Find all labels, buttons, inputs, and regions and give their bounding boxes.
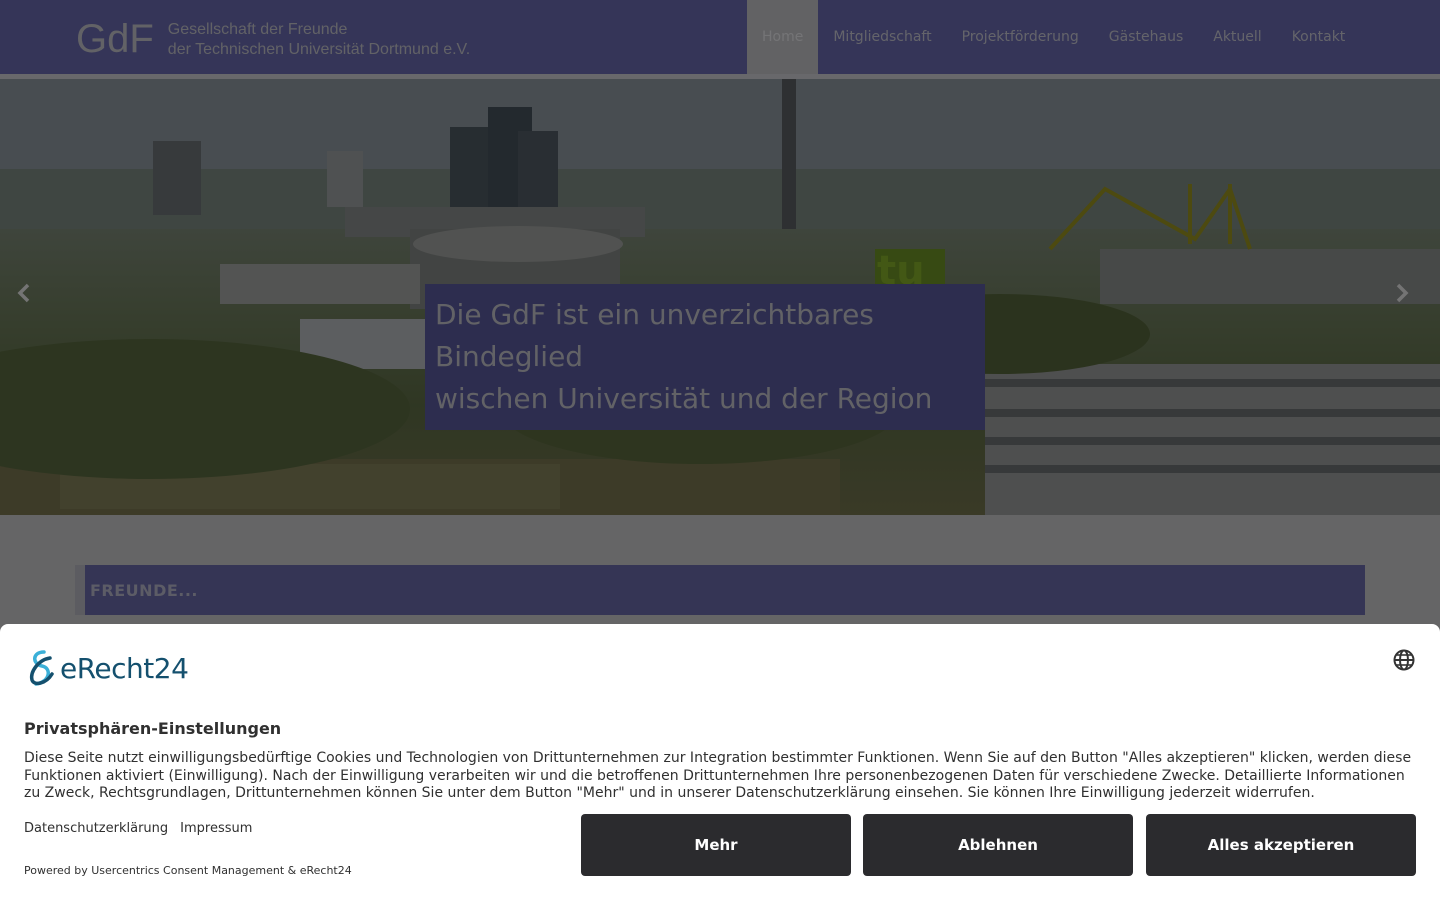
imprint-link[interactable]: Impressum (180, 821, 252, 836)
consent-powered-by: Powered by Usercentrics Consent Manageme… (24, 864, 352, 877)
consent-text: Diese Seite nutzt einwilligungsbedürftig… (24, 750, 1412, 801)
consent-banner: eRecht24 Privatsphären-Einstellungen Die… (0, 624, 1440, 900)
globe-icon (1393, 649, 1415, 671)
language-button[interactable] (1393, 649, 1415, 671)
consent-title: Privatsphären-Einstellungen (24, 719, 282, 738)
accept-all-button[interactable]: Alles akzeptieren (1146, 814, 1416, 876)
more-button[interactable]: Mehr (581, 814, 851, 876)
privacy-policy-link[interactable]: Datenschutzerklärung (24, 821, 168, 836)
erecht24-wordmark: eRecht24 (60, 651, 189, 685)
erecht24-symbol-icon (29, 650, 54, 686)
deny-button[interactable]: Ablehnen (863, 814, 1133, 876)
erecht24-logo: eRecht24 (24, 648, 189, 688)
consent-links: Datenschutzerklärung Impressum (24, 821, 252, 836)
